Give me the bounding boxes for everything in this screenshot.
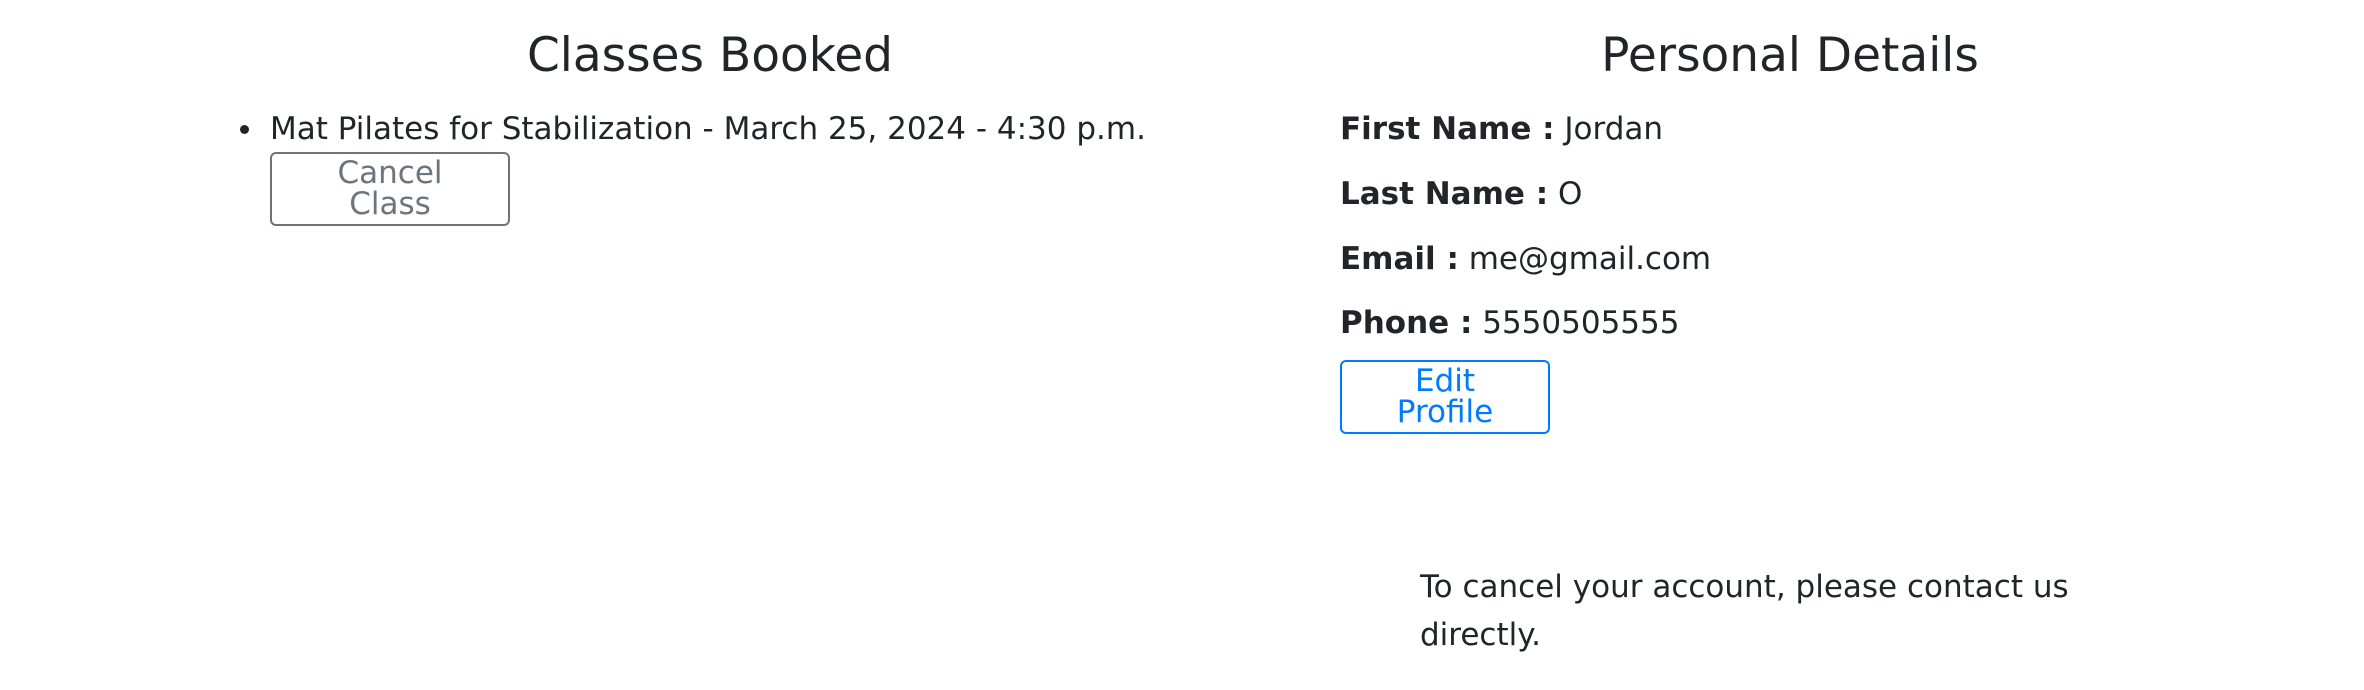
last-name-label: Last Name : xyxy=(1340,176,1549,212)
profile-page: Classes Booked Mat Pilates for Stabiliza… xyxy=(0,0,2364,690)
cancel-class-button[interactable]: Cancel Class xyxy=(270,152,510,226)
email-row: Email : me@gmail.com xyxy=(1340,235,1711,283)
cancel-account-note: To cancel your account, please contact u… xyxy=(1420,569,2069,653)
list-item: Mat Pilates for Stabilization - March 25… xyxy=(240,105,1146,153)
booked-class-label: Mat Pilates for Stabilization - March 25… xyxy=(270,111,1146,147)
edit-profile-button[interactable]: Edit Profile xyxy=(1340,360,1550,434)
phone-value: 5550505555 xyxy=(1482,305,1680,341)
phone-row: Phone : 5550505555 xyxy=(1340,299,1679,347)
email-value: me@gmail.com xyxy=(1468,241,1712,277)
email-label: Email : xyxy=(1340,241,1459,277)
first-name-value: Jordan xyxy=(1564,111,1664,147)
last-name-row: Last Name : O xyxy=(1340,170,1582,218)
phone-label: Phone : xyxy=(1340,305,1473,341)
first-name-label: First Name : xyxy=(1340,111,1555,147)
last-name-value: O xyxy=(1557,176,1583,212)
classes-booked-title: Classes Booked xyxy=(526,28,894,83)
booked-classes-list: Mat Pilates for Stabilization - March 25… xyxy=(210,105,1146,153)
personal-details-title: Personal Details xyxy=(1601,28,1979,83)
first-name-row: First Name : Jordan xyxy=(1340,105,1663,153)
bullet-icon xyxy=(240,125,249,134)
